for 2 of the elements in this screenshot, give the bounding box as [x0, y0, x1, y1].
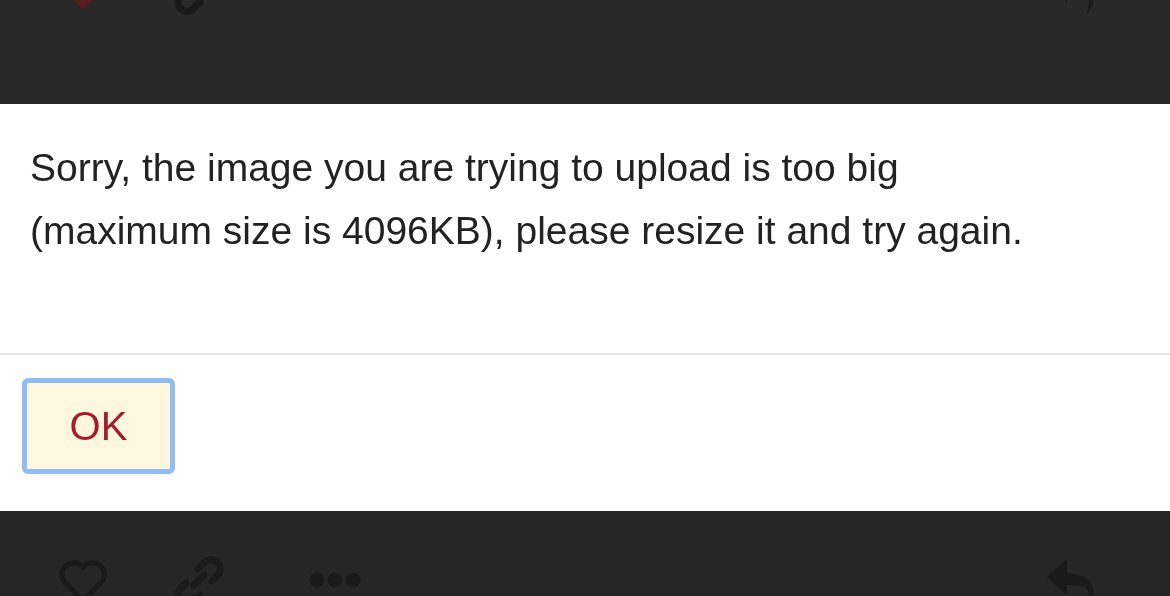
ok-button[interactable]: OK	[22, 378, 175, 474]
dialog-message: Sorry, the image you are trying to upload is too big (maximum size is 4096KB), please resize it and try again.	[29, 145, 1024, 254]
